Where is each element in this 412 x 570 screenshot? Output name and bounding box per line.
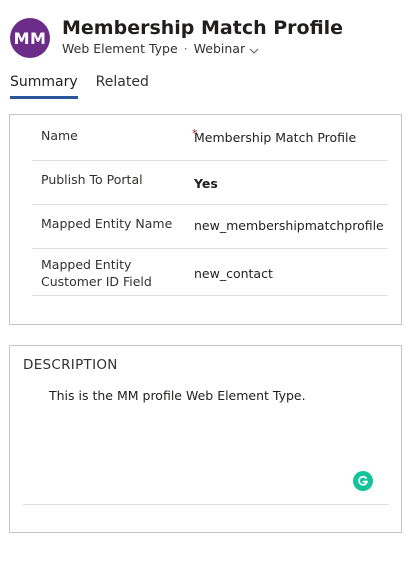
field-value-mapped-entity[interactable]: new_membershipmatchprofile bbox=[194, 218, 384, 233]
field-label-line2: Customer ID Field bbox=[41, 274, 152, 289]
field-row-mapped-entity: Mapped Entity Name new_membershipmatchpr… bbox=[32, 205, 388, 249]
grammarly-icon[interactable] bbox=[353, 471, 373, 491]
field-label-name: Name bbox=[41, 128, 78, 143]
field-label-line1: Mapped Entity bbox=[41, 257, 132, 272]
chevron-down-icon bbox=[249, 44, 259, 54]
field-value-publish[interactable]: Yes bbox=[194, 176, 218, 191]
field-label-publish: Publish To Portal bbox=[41, 172, 143, 187]
entity-type-label: Web Element Type bbox=[62, 41, 178, 56]
subtitle-separator: · bbox=[183, 41, 188, 56]
field-row-name: Name * Membership Match Profile bbox=[32, 115, 388, 161]
field-value-name[interactable]: Membership Match Profile bbox=[194, 130, 356, 145]
page-title: Membership Match Profile bbox=[62, 17, 344, 39]
tab-summary[interactable]: Summary bbox=[10, 74, 78, 99]
field-value-customer-id[interactable]: new_contact bbox=[194, 266, 273, 281]
description-title: DESCRIPTION bbox=[23, 357, 118, 373]
description-section: DESCRIPTION This is the MM profile Web E… bbox=[9, 345, 402, 533]
avatar: MM bbox=[10, 18, 50, 58]
field-label-mapped-entity: Mapped Entity Name bbox=[41, 216, 173, 231]
description-divider bbox=[23, 504, 389, 505]
field-row-customer-id: Mapped Entity Customer ID Field new_cont… bbox=[32, 249, 388, 296]
fields-section: Name * Membership Match Profile Publish … bbox=[9, 114, 402, 325]
description-text[interactable]: This is the MM profile Web Element Type. bbox=[49, 388, 306, 403]
tab-bar: Summary Related bbox=[10, 74, 167, 99]
tab-related[interactable]: Related bbox=[96, 74, 149, 99]
field-label-customer-id: Mapped Entity Customer ID Field bbox=[41, 256, 152, 290]
record-subtitle: Web Element Type · Webinar bbox=[62, 41, 259, 56]
form-selector[interactable]: Webinar bbox=[194, 41, 259, 56]
field-row-publish: Publish To Portal Yes bbox=[32, 161, 388, 205]
form-selector-label: Webinar bbox=[193, 41, 246, 56]
